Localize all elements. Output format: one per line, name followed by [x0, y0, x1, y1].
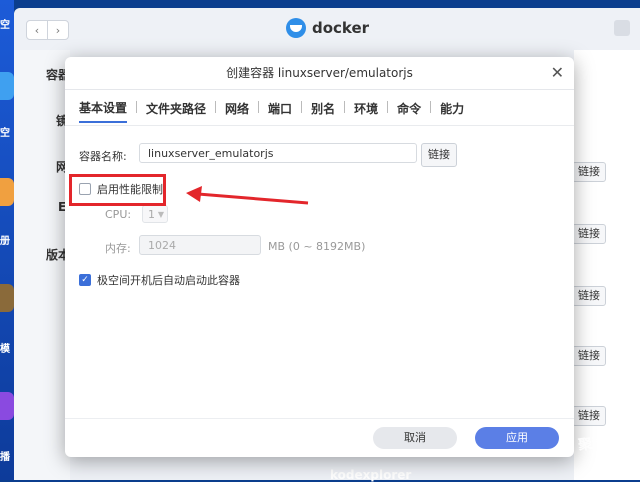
tab-separator	[258, 101, 260, 113]
tab-separator	[301, 101, 303, 113]
app-titlebar: ‹ › docker	[14, 8, 640, 50]
desktop-app-icon[interactable]	[0, 72, 14, 100]
desktop-label: 空	[0, 128, 10, 139]
window-control-icon[interactable]	[614, 20, 630, 36]
tab-bar: 基本设置 文件夹路径 网络 端口 别名 环境 命令 能力	[79, 99, 464, 123]
autostart-label: 极空间开机后自动启动此容器	[97, 274, 240, 287]
bg-link-button[interactable]: 链接	[572, 346, 606, 366]
memory-label: 内存:	[105, 242, 131, 255]
cpu-label: CPU:	[105, 208, 132, 221]
memory-input: 1024	[139, 235, 261, 255]
desktop-label: 空	[0, 20, 10, 31]
desktop-app-icon[interactable]	[0, 392, 14, 420]
cpu-select: 1 ▼	[142, 205, 168, 223]
dialog-title: 创建容器 linuxserver/emulatorjs	[226, 66, 413, 80]
desktop-label: 册	[0, 236, 10, 247]
link-button[interactable]: 链接	[421, 143, 457, 167]
tab-separator	[387, 101, 389, 113]
cancel-button[interactable]: 取消	[373, 427, 457, 449]
container-name-label: 容器名称:	[79, 150, 127, 163]
cpu-value: 1	[148, 208, 155, 221]
close-icon[interactable]: ✕	[551, 57, 564, 89]
autostart-checkbox[interactable]: ✓	[79, 274, 91, 286]
apply-button[interactable]: 应用	[475, 427, 559, 449]
tab-separator	[136, 101, 138, 113]
app-title: docker	[286, 18, 369, 38]
desktop-app-icon[interactable]	[0, 284, 14, 312]
desktop-label: 模	[0, 344, 10, 355]
tab-command[interactable]: 命令	[397, 100, 421, 122]
tab-network[interactable]: 网络	[225, 100, 249, 122]
bg-link-button[interactable]: 链接	[572, 162, 606, 182]
tab-capabilities[interactable]: 能力	[440, 100, 464, 122]
memory-unit-range: MB (0 ~ 8192MB)	[268, 240, 366, 253]
create-container-dialog: 创建容器 linuxserver/emulatorjs ✕ 基本设置 文件夹路径…	[65, 57, 574, 457]
bg-link-button[interactable]: 链接	[572, 224, 606, 244]
tab-alias[interactable]: 别名	[311, 100, 335, 122]
nav-buttons: ‹ ›	[26, 20, 69, 40]
tab-basic-settings[interactable]: 基本设置	[79, 99, 128, 123]
bg-link-button[interactable]: 链接	[572, 286, 606, 306]
tab-divider	[65, 125, 574, 126]
tab-separator	[215, 101, 217, 113]
tab-separator	[430, 101, 432, 113]
forward-icon[interactable]: ›	[47, 21, 68, 39]
container-name-input[interactable]: linuxserver_emulatorjs	[139, 143, 417, 163]
tab-environment[interactable]: 环境	[354, 100, 378, 122]
desktop-label: 播	[0, 452, 10, 463]
annotation-highlight-box	[69, 174, 166, 206]
tab-port[interactable]: 端口	[268, 100, 292, 122]
desktop-app-icon[interactable]	[0, 178, 14, 206]
bg-sidebar: 容器 镜 网 E 版本	[14, 50, 70, 480]
tab-folder-path[interactable]: 文件夹路径	[146, 100, 206, 122]
chevron-down-icon: ▼	[157, 210, 164, 219]
bg-link-button[interactable]: 链接	[572, 406, 606, 426]
dialog-header: 创建容器 linuxserver/emulatorjs ✕	[65, 57, 574, 90]
app-title-text: docker	[312, 19, 370, 37]
docker-logo-icon	[286, 18, 306, 38]
tab-separator	[344, 101, 346, 113]
back-icon[interactable]: ‹	[27, 21, 47, 39]
